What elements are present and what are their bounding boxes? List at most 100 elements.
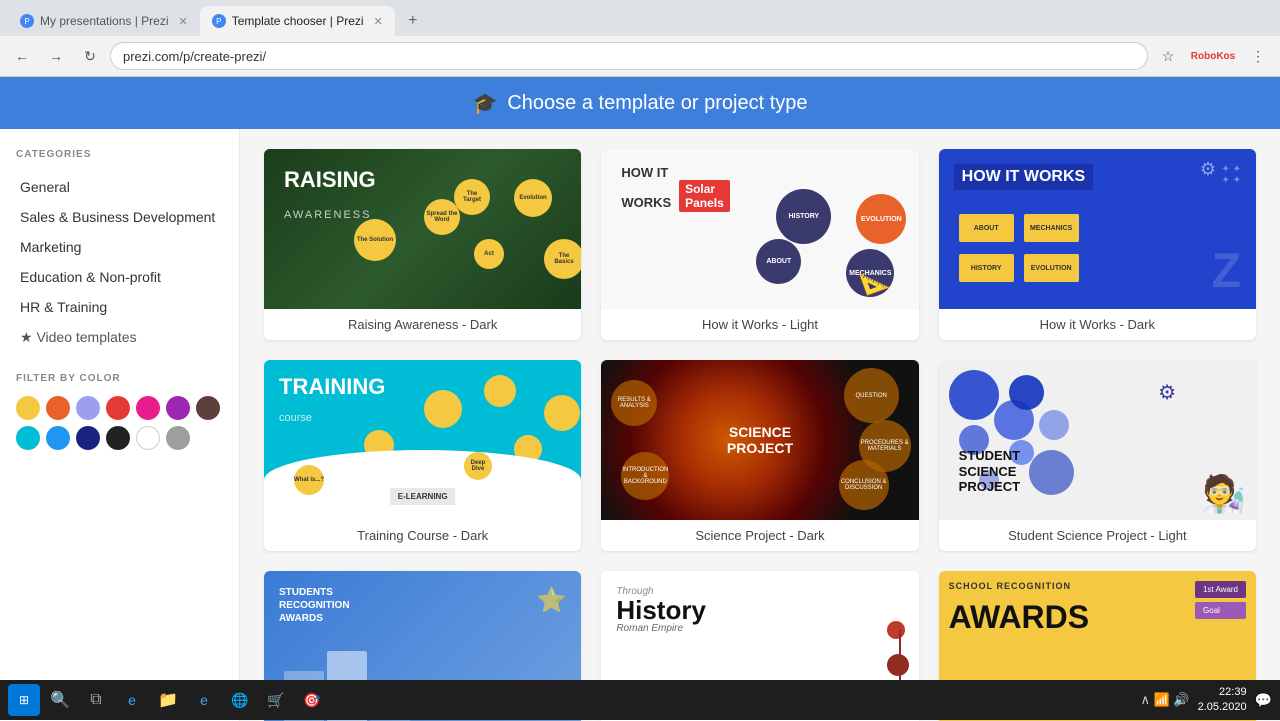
student-figure: 🧑‍🔬	[1201, 473, 1246, 515]
hwd-box-mechanics: MECHANICS	[1024, 214, 1079, 242]
color-red[interactable]	[106, 396, 130, 420]
hwl-title: HOW ITWORKS SolarPanels	[621, 164, 729, 212]
student-sci-title-text: STUDENTSCIENCEPROJECT	[959, 448, 1020, 495]
taskbar-edge[interactable]: e	[116, 684, 148, 716]
hwd-title-text: HOW IT WORKS	[954, 164, 1094, 190]
color-filter-grid	[16, 396, 223, 450]
color-gray[interactable]	[166, 426, 190, 450]
hwd-z-decoration: Z	[1212, 244, 1241, 299]
training-bubble-white-2: Deep Dive	[464, 452, 492, 480]
color-pink[interactable]	[136, 396, 160, 420]
thumb-raising-awareness: RAISING AWARENESS The Solution Spread th…	[264, 149, 581, 309]
taskbar-right: ∧ 📶 🔊 22:39 2.05.2020 💬	[1141, 685, 1273, 716]
raising-bubble-4: Evolution	[514, 179, 552, 217]
student-sci-gear: ⚙	[1158, 380, 1176, 405]
taskbar-start[interactable]: ⊞	[8, 684, 40, 716]
training-bubble-1	[424, 390, 462, 428]
sidebar-item-education-label: Education & Non-profit	[20, 269, 161, 285]
extensions-button[interactable]: ⋮	[1244, 42, 1272, 70]
howitworks-light-label: How it Works - Light	[601, 309, 918, 340]
template-card-howitworks-dark[interactable]: HOW IT WORKS ABOUT MECHANICS HISTORY EVO…	[939, 149, 1256, 340]
taskbar-store[interactable]: 🛒	[260, 684, 292, 716]
template-card-science-dark[interactable]: SCIENCEPROJECT QUESTION PROCEDURES &MATE…	[601, 360, 918, 551]
template-grid: RAISING AWARENESS The Solution Spread th…	[264, 149, 1256, 721]
sidebar-item-hr[interactable]: HR & Training	[16, 292, 223, 322]
robo-logo: RoboKos	[1188, 42, 1238, 70]
sidebar-item-marketing[interactable]: Marketing	[16, 232, 223, 262]
color-purple[interactable]	[166, 396, 190, 420]
header-title: Choose a template or project type	[507, 92, 807, 115]
bookmark-button[interactable]: ☆	[1154, 42, 1182, 70]
raising-title: RAISING	[284, 169, 376, 191]
categories-label: CATEGORIES	[16, 149, 223, 160]
sidebar-item-video[interactable]: ★ Video templates	[16, 322, 223, 353]
taskbar-extra[interactable]: 🎯	[296, 684, 328, 716]
training-bubble-5	[544, 395, 580, 431]
awards-title: AWARDS	[949, 599, 1089, 636]
color-teal[interactable]	[16, 426, 40, 450]
sidebar-item-education[interactable]: Education & Non-profit	[16, 262, 223, 292]
howitworks-dark-label: How it Works - Dark	[939, 309, 1256, 340]
tab-label-1: My presentations | Prezi	[40, 14, 169, 28]
training-sub: course	[279, 412, 312, 424]
taskbar-datetime: 22:39 2.05.2020	[1198, 685, 1247, 716]
science-center-label: SCIENCEPROJECT	[727, 424, 793, 456]
training-label: Training Course - Dark	[264, 520, 581, 551]
color-orange[interactable]	[46, 396, 70, 420]
address-bar[interactable]: prezi.com/p/create-prezi/	[110, 42, 1148, 70]
sidebar-item-general[interactable]: General	[16, 172, 223, 202]
tab-close-1[interactable]: ✕	[179, 15, 188, 28]
tab-icon-2: P	[212, 14, 226, 28]
color-brown[interactable]	[196, 396, 220, 420]
taskbar-notification[interactable]: 💬	[1255, 692, 1272, 709]
color-navy[interactable]	[76, 426, 100, 450]
reload-button[interactable]: ↻	[76, 42, 104, 70]
color-blue[interactable]	[46, 426, 70, 450]
forward-button[interactable]: →	[42, 42, 70, 70]
taskbar-icons-system: ∧ 📶 🔊	[1141, 692, 1190, 708]
taskbar-search[interactable]: 🔍	[44, 684, 76, 716]
taskbar-date-text: 2.05.2020	[1198, 700, 1247, 715]
sci-bubble-introduction: INTRODUCTION& BACKGROUND	[621, 452, 669, 500]
color-lavender[interactable]	[76, 396, 100, 420]
awards-boxes: 1st Award Goal	[1195, 581, 1246, 619]
hwl-node-history: HISTORY	[776, 189, 831, 244]
sidebar-item-general-label: General	[20, 179, 70, 195]
tab-label-2: Template chooser | Prezi	[232, 14, 364, 28]
color-white[interactable]	[136, 426, 160, 450]
raising-bubble-1: The Solution	[354, 219, 396, 261]
color-black[interactable]	[106, 426, 130, 450]
header-icon: 🎓	[472, 91, 497, 116]
browser-chrome: P My presentations | Prezi ✕ P Template …	[0, 0, 1280, 77]
template-card-training[interactable]: TRAINING course E-LEARNING What is...? D…	[264, 360, 581, 551]
hwd-gear: ⚙	[1200, 159, 1216, 180]
template-card-student-science[interactable]: ⚙ 🧑‍🔬 STUDENTSCIENCEPROJECT Student Scie…	[939, 360, 1256, 551]
filter-section: FILTER BY COLOR	[16, 373, 223, 450]
training-title: TRAINING	[279, 375, 385, 399]
taskbar-task-view[interactable]: ⧉	[80, 684, 112, 716]
color-yellow[interactable]	[16, 396, 40, 420]
tab-template-chooser[interactable]: P Template chooser | Prezi ✕	[200, 6, 395, 36]
raising-bubble-5: TheBasics	[544, 239, 581, 279]
sci-bubble-conclusion: CONCLUSION &DISCUSSION	[839, 460, 889, 510]
taskbar-file-explorer[interactable]: 📁	[152, 684, 184, 716]
taskbar-ie[interactable]: e	[188, 684, 220, 716]
hwd-box-about: ABOUT	[959, 214, 1014, 242]
sidebar-item-sales[interactable]: Sales & Business Development	[16, 202, 223, 232]
training-elearning-label: E-LEARNING	[390, 488, 456, 505]
thumb-howitworks-light: HOW ITWORKS SolarPanels HISTORY ABOUT EV…	[601, 149, 918, 309]
sidebar-item-video-label: ★ Video templates	[20, 329, 137, 345]
new-tab-button[interactable]: +	[399, 7, 427, 35]
tab-my-presentations[interactable]: P My presentations | Prezi ✕	[8, 6, 200, 36]
tab-close-2[interactable]: ✕	[374, 15, 383, 28]
template-card-raising-awareness[interactable]: RAISING AWARENESS The Solution Spread th…	[264, 149, 581, 340]
nav-bar: ← → ↻ prezi.com/p/create-prezi/ ☆ RoboKo…	[0, 36, 1280, 76]
taskbar-chrome[interactable]: 🌐	[224, 684, 256, 716]
hwd-box-history: HISTORY	[959, 254, 1014, 282]
back-button[interactable]: ←	[8, 42, 36, 70]
sidebar: CATEGORIES General Sales & Business Deve…	[0, 129, 240, 721]
template-card-howitworks-light[interactable]: HOW ITWORKS SolarPanels HISTORY ABOUT EV…	[601, 149, 918, 340]
training-bubble-2	[484, 375, 516, 407]
thumb-howitworks-dark: HOW IT WORKS ABOUT MECHANICS HISTORY EVO…	[939, 149, 1256, 309]
tab-icon-1: P	[20, 14, 34, 28]
